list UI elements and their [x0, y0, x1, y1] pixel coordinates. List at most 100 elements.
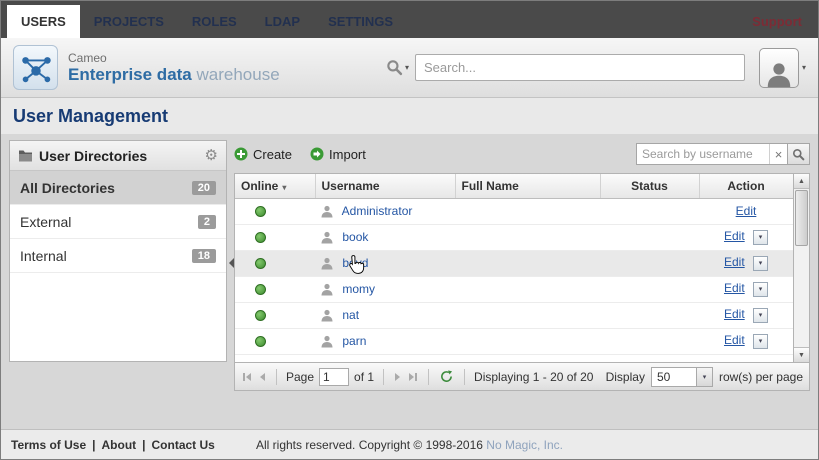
- page-size-value: 50: [652, 368, 696, 386]
- edit-dropdown-button[interactable]: ▾: [753, 282, 768, 297]
- sidebar-collapse-handle[interactable]: [227, 246, 236, 280]
- footer-link-terms-of-use[interactable]: Terms of Use: [11, 438, 86, 452]
- edit-link[interactable]: Edit: [724, 333, 745, 347]
- nav-tab-roles[interactable]: ROLES: [178, 5, 251, 38]
- support-link[interactable]: Support: [752, 14, 818, 38]
- first-page-button[interactable]: [241, 371, 253, 383]
- column-header-label: Status: [631, 179, 668, 193]
- vertical-scrollbar[interactable]: ▲ ▼: [794, 173, 810, 363]
- scroll-down-button[interactable]: ▼: [794, 347, 809, 362]
- previous-page-button[interactable]: [258, 371, 267, 383]
- nav-tab-projects[interactable]: PROJECTS: [80, 5, 178, 38]
- scrollbar-thumb[interactable]: [795, 190, 808, 246]
- edit-link[interactable]: Edit: [724, 307, 745, 321]
- edit-dropdown-button[interactable]: ▾: [753, 308, 768, 323]
- toolbar-separator: [428, 369, 429, 385]
- username-link[interactable]: nat: [342, 308, 359, 322]
- app-window: USERSPROJECTSROLESLDAPSETTINGS Support C…: [0, 0, 819, 460]
- column-header-full-name[interactable]: Full Name: [455, 174, 600, 198]
- username-link[interactable]: book: [342, 230, 368, 244]
- column-menu-icon[interactable]: ▾: [282, 183, 286, 192]
- brand-bold-text: Enterprise data: [68, 65, 192, 84]
- footer-link-contact-us[interactable]: Contact Us: [152, 438, 215, 452]
- chevron-down-icon: ▾: [802, 63, 806, 72]
- username-search-input[interactable]: [637, 144, 769, 164]
- grid-toolbar: Create Import ×: [234, 141, 810, 167]
- pagination-bar: Page of 1 Displaying 1 - 20 of 20 Displa…: [234, 363, 810, 391]
- cell-status: [600, 250, 699, 276]
- edit-dropdown-button[interactable]: ▾: [753, 230, 768, 245]
- plus-circle-icon: [234, 147, 248, 161]
- online-status-dot: [255, 232, 266, 243]
- global-search-input[interactable]: [415, 54, 745, 81]
- page-size-select[interactable]: 50 ▾: [651, 367, 713, 387]
- sidebar-items: All Directories20External2Internal18: [10, 171, 226, 273]
- username-link[interactable]: momy: [342, 282, 375, 296]
- table-row[interactable]: parn Edit ▾: [235, 328, 793, 354]
- nav-tab-users[interactable]: USERS: [7, 5, 80, 38]
- sidebar-header: User Directories ⚙: [10, 141, 226, 171]
- footer-link-about[interactable]: About: [102, 438, 137, 452]
- table-row[interactable]: nat Edit ▾: [235, 302, 793, 328]
- username-link[interactable]: boyd: [342, 256, 368, 270]
- gear-icon[interactable]: ⚙: [205, 148, 218, 163]
- clear-search-button[interactable]: ×: [769, 144, 787, 164]
- sidebar-item-internal[interactable]: Internal18: [10, 239, 226, 273]
- edit-link[interactable]: Edit: [736, 204, 757, 218]
- search-button[interactable]: [787, 144, 809, 164]
- column-header-label: Username: [322, 179, 380, 193]
- nav-tab-ldap[interactable]: LDAP: [251, 5, 314, 38]
- cell-fullname: [455, 302, 600, 328]
- edit-link[interactable]: Edit: [724, 255, 745, 269]
- scroll-up-button[interactable]: ▲: [794, 174, 809, 189]
- table-row[interactable]: book Edit ▾: [235, 224, 793, 250]
- page-label: Page: [286, 370, 314, 384]
- table-row[interactable]: Administrator Edit ▾: [235, 198, 793, 224]
- cell-fullname: [455, 250, 600, 276]
- column-header-username[interactable]: Username: [315, 174, 455, 198]
- table-row[interactable]: boyd Edit ▾: [235, 250, 793, 276]
- page-number-input[interactable]: [319, 368, 349, 386]
- company-name: No Magic, Inc.: [486, 438, 563, 452]
- next-page-button[interactable]: [393, 371, 402, 383]
- users-table: Online▾ Username Full Name Status Action Adm…: [234, 173, 794, 363]
- refresh-button[interactable]: [438, 368, 455, 385]
- username-link[interactable]: Administrator: [342, 204, 413, 218]
- sidebar-title: User Directories: [39, 148, 147, 164]
- sidebar-item-all-directories[interactable]: All Directories20: [10, 171, 226, 205]
- edit-link[interactable]: Edit: [724, 229, 745, 243]
- column-header-action[interactable]: Action: [699, 174, 793, 198]
- edit-link[interactable]: Edit: [724, 281, 745, 295]
- edit-dropdown-button[interactable]: ▾: [753, 334, 768, 349]
- global-search-area: ▾: [386, 54, 745, 81]
- scrollbar-track[interactable]: [794, 189, 809, 347]
- rows-per-page-label: row(s) per page: [719, 370, 803, 384]
- count-badge: 18: [192, 249, 216, 263]
- column-header-status[interactable]: Status: [600, 174, 699, 198]
- table-row[interactable]: momy Edit ▾: [235, 276, 793, 302]
- search-scope-button[interactable]: ▾: [386, 59, 409, 76]
- user-menu[interactable]: ▾: [759, 48, 806, 88]
- cell-status: [600, 302, 699, 328]
- import-button[interactable]: Import: [310, 147, 366, 162]
- cell-fullname: [455, 328, 600, 354]
- toolbar-separator: [276, 369, 277, 385]
- user-icon: [321, 283, 333, 296]
- last-page-button[interactable]: [407, 371, 419, 383]
- refresh-icon: [440, 370, 453, 383]
- cell-fullname: [455, 224, 600, 250]
- edit-dropdown-button[interactable]: ▾: [753, 256, 768, 271]
- magnifier-icon: [386, 59, 403, 76]
- sidebar-item-external[interactable]: External2: [10, 205, 226, 239]
- page-title-bar: User Management: [1, 98, 818, 134]
- grid-wrap: Online▾ Username Full Name Status Action Adm…: [234, 173, 810, 363]
- nav-tab-settings[interactable]: SETTINGS: [314, 5, 407, 38]
- footer-separator: |: [142, 438, 145, 452]
- column-header-online[interactable]: Online▾: [235, 174, 315, 198]
- avatar[interactable]: [759, 48, 799, 88]
- create-button[interactable]: Create: [234, 147, 292, 162]
- magnifier-icon: [792, 148, 805, 161]
- count-badge: 2: [198, 215, 216, 229]
- username-link[interactable]: parn: [342, 334, 366, 348]
- page-size-dropdown-icon[interactable]: ▾: [696, 368, 712, 386]
